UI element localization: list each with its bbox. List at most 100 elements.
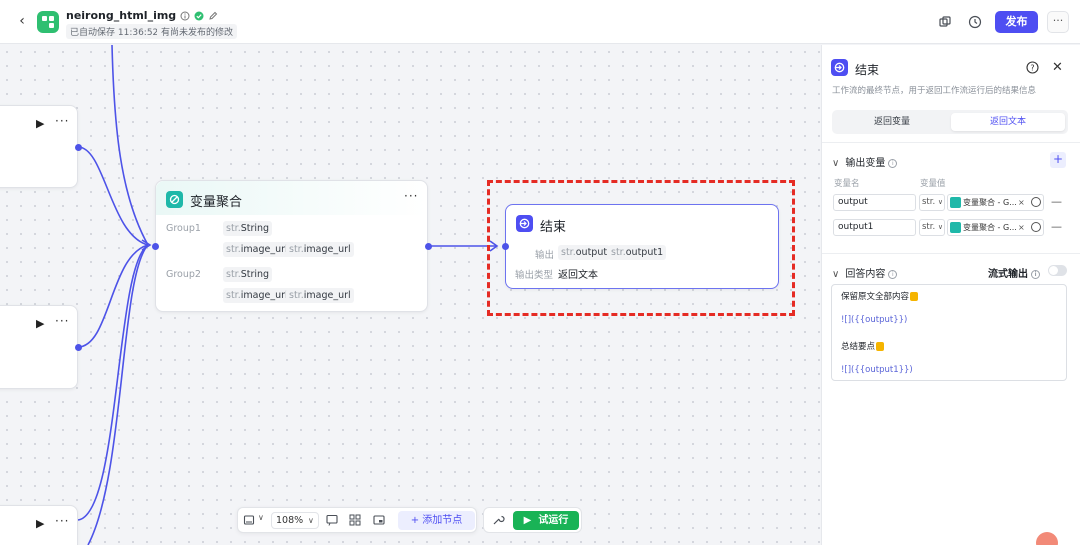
variable-tag: str.String <box>223 221 273 236</box>
zoom-select[interactable]: 108% ∨ <box>271 512 319 529</box>
add-node-button[interactable]: + 添加节点 <box>398 511 475 530</box>
node-more-icon[interactable]: ··· <box>55 114 69 128</box>
chevron-down-icon: ∨ <box>832 158 840 169</box>
answer-content-header[interactable]: ∨ 回答内容 i <box>832 265 898 280</box>
layout-icon[interactable] <box>348 513 362 527</box>
panel-title: 结束 <box>855 63 880 77</box>
node-title: 变量聚合 <box>190 195 243 210</box>
publish-button[interactable]: 发布 <box>995 11 1038 33</box>
variable-tag: str.String <box>223 267 273 282</box>
column-variable-name: 变量名 <box>834 179 860 189</box>
run-toolbar: ▶ 试运行 <box>483 507 582 533</box>
chevron-down-icon: ∨ <box>937 223 944 231</box>
add-variable-button[interactable]: + <box>1050 152 1066 168</box>
output-port[interactable] <box>75 344 82 351</box>
variable-reference[interactable]: 变量聚合 - G... × <box>947 219 1044 236</box>
node-more-icon[interactable]: ··· <box>55 514 69 528</box>
column-variable-value: 变量值 <box>920 179 946 189</box>
output-port[interactable] <box>425 243 432 250</box>
end-node-settings-panel: 结束 ? ✕ 工作流的最终节点，用于返回工作流运行后的结果信息 返回变量 返回文… <box>821 45 1080 545</box>
top-header: ‹ neirong_html_img 已自动保存 11:36:52 有尚未发布的… <box>0 0 1080 44</box>
variable-tag: str.image_url <box>223 288 291 303</box>
aggregate-icon <box>950 222 961 233</box>
clear-icon[interactable]: × <box>1018 220 1025 235</box>
unpublished-badge: 有尚未发布的修改 <box>157 24 238 39</box>
preview-icon[interactable] <box>372 513 386 527</box>
delete-variable-button[interactable]: — <box>1051 195 1062 208</box>
edit-icon[interactable] <box>208 11 218 21</box>
input-port[interactable] <box>152 243 159 250</box>
group1-label: Group1 <box>166 223 201 234</box>
variable-tag: str.image_url <box>286 288 354 303</box>
output-port[interactable] <box>75 144 82 151</box>
variable-aggregator-node[interactable]: 变量聚合 ··· Group1 str.String str.image_url… <box>152 180 432 312</box>
workflow-logo-icon <box>42 16 54 28</box>
variable-tag: str.image_url <box>286 242 354 257</box>
answer-line: ![]({{output}}) <box>841 315 908 325</box>
more-menu-button[interactable]: ··· <box>1047 11 1069 33</box>
workflow-canvas[interactable]: ▶ ··· ▶ ··· ▶ ··· 变量聚合 ··· Group1 str.St… <box>0 45 820 545</box>
back-icon[interactable]: ‹ <box>14 13 30 29</box>
run-node-icon[interactable]: ▶ <box>36 117 44 130</box>
chevron-down-icon: ∨ <box>832 269 840 280</box>
answer-line: ![]({{output1}}) <box>841 365 913 375</box>
return-mode-tabs: 返回变量 返回文本 <box>832 110 1068 134</box>
divider <box>822 142 1080 143</box>
panel-description: 工作流的最终节点，用于返回工作流运行后的结果信息 <box>832 86 1037 96</box>
variable-reference[interactable]: 变量聚合 - G... × <box>947 194 1044 211</box>
variable-type-select[interactable]: str. ∨ <box>919 194 945 211</box>
copy-icon[interactable] <box>936 13 954 31</box>
info-icon[interactable]: i <box>1031 269 1040 279</box>
run-node-icon[interactable]: ▶ <box>36 317 44 330</box>
answer-content-editor[interactable]: 保留原文全部内容 ![]({{output}}) 总结要点 ![]({{outp… <box>831 284 1067 381</box>
chevron-down-icon: ∨ <box>308 516 314 525</box>
aggregate-icon <box>166 191 183 208</box>
node-more-icon[interactable]: ··· <box>404 189 418 203</box>
variable-tag: str.image_url <box>223 242 291 257</box>
wrench-icon[interactable] <box>491 513 505 527</box>
info-icon[interactable] <box>180 11 190 21</box>
chevron-down-icon[interactable]: ∨ <box>258 513 264 522</box>
autosave-status: 已自动保存 11:36:52 <box>66 24 163 39</box>
comment-icon[interactable] <box>325 513 339 527</box>
divider <box>822 253 1080 254</box>
minimap-icon[interactable] <box>243 513 257 527</box>
selection-highlight <box>487 180 795 316</box>
tab-return-text[interactable]: 返回文本 <box>951 113 1065 131</box>
reference-picker-icon[interactable] <box>1031 197 1041 207</box>
pointing-hand-icon <box>876 342 885 351</box>
stream-output-toggle[interactable] <box>1048 265 1067 276</box>
delete-variable-button[interactable]: — <box>1051 220 1062 233</box>
app-name: neirong_html_img <box>66 9 177 22</box>
clear-icon[interactable]: × <box>1018 195 1025 210</box>
variable-type-select[interactable]: str. ∨ <box>919 219 945 236</box>
answer-line: 保留原文全部内容 <box>841 290 919 302</box>
variable-name-input[interactable]: output <box>833 194 916 211</box>
upstream-node-3[interactable]: ▶ ··· <box>0 505 78 545</box>
close-icon[interactable]: ✕ <box>1052 60 1063 75</box>
upstream-node-2[interactable]: ▶ ··· <box>0 305 82 389</box>
chevron-down-icon: ∨ <box>937 198 944 206</box>
tab-return-variable[interactable]: 返回变量 <box>835 113 949 131</box>
info-icon[interactable]: i <box>888 269 898 279</box>
verified-check-icon <box>194 11 204 21</box>
svg-text:?: ? <box>1030 63 1034 72</box>
aggregate-icon <box>950 197 961 208</box>
test-run-button[interactable]: ▶ 试运行 <box>513 511 579 530</box>
end-node-icon <box>831 59 848 76</box>
run-node-icon[interactable]: ▶ <box>36 517 44 530</box>
variable-name-input[interactable]: output1 <box>833 219 916 236</box>
pointing-hand-icon <box>910 292 919 301</box>
upstream-node-1[interactable]: ▶ ··· <box>0 105 82 188</box>
stream-output-label: 流式输出 i <box>988 265 1040 280</box>
output-variables-header[interactable]: ∨ 输出变量 i <box>832 154 898 169</box>
history-icon[interactable] <box>966 13 984 31</box>
answer-line: 总结要点 <box>841 340 885 352</box>
help-icon[interactable]: ? <box>1026 61 1039 74</box>
app-logo <box>37 11 59 33</box>
info-icon[interactable]: i <box>888 158 898 168</box>
reference-picker-icon[interactable] <box>1031 222 1041 232</box>
node-more-icon[interactable]: ··· <box>55 314 69 328</box>
group2-label: Group2 <box>166 269 201 280</box>
app-name-row: neirong_html_img <box>66 9 218 22</box>
